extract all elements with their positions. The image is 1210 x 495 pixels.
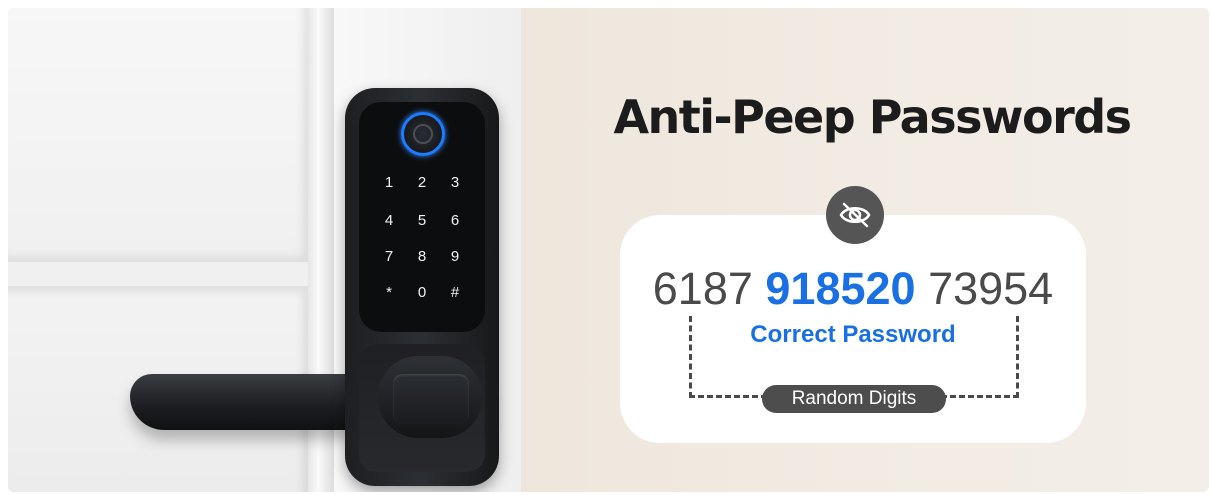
key-hash: # xyxy=(450,284,460,301)
key-7: 7 xyxy=(384,248,394,265)
key-0: 0 xyxy=(417,284,427,301)
fingerprint-icon xyxy=(401,112,445,156)
thumb-turn xyxy=(393,374,469,424)
key-4: 4 xyxy=(384,212,394,229)
eye-off-icon xyxy=(826,186,884,244)
key-9: 9 xyxy=(450,248,460,265)
key-3: 3 xyxy=(450,174,460,191)
key-5: 5 xyxy=(417,212,427,229)
correct-password-digits: 918520 xyxy=(765,263,916,314)
random-prefix: 6187 xyxy=(652,263,753,314)
key-8: 8 xyxy=(417,248,427,265)
random-suffix: 73954 xyxy=(928,263,1054,314)
key-star: * xyxy=(386,284,392,301)
random-digits-label: Random Digits xyxy=(762,385,946,413)
page-title: Anti-Peep Passwords xyxy=(613,90,1132,144)
door-panel-top xyxy=(8,8,308,262)
key-6: 6 xyxy=(450,212,460,229)
password-digits: 6187 918520 73954 xyxy=(620,263,1086,315)
lock-keypad: 1 2 3 4 5 6 7 8 9 * 0 # xyxy=(359,102,485,332)
key-1: 1 xyxy=(384,174,394,191)
key-2: 2 xyxy=(417,174,427,191)
product-banner: 1 2 3 4 5 6 7 8 9 * 0 # Anti-Peep Passwo… xyxy=(8,8,1209,492)
